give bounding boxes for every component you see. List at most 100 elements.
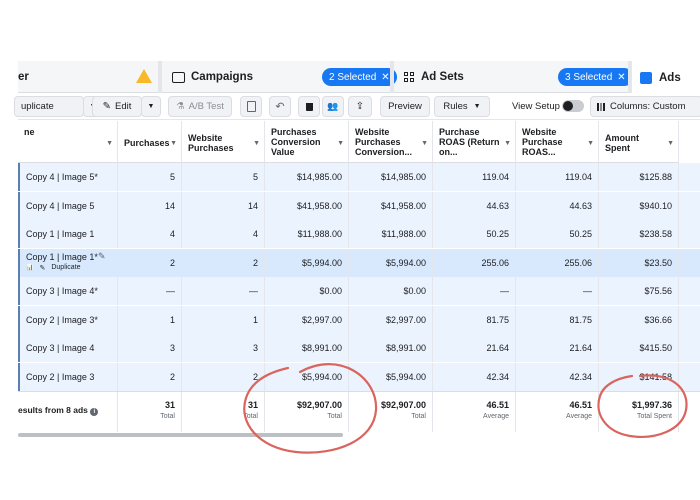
adsets-selected-badge[interactable]: 3 Selected ✕ [558, 68, 633, 86]
table-row[interactable]: Copy 1 | Image 1* ✎ 📊 ✎ Duplicate 2 2 $5,994.0… [18, 248, 700, 277]
cell-name[interactable]: Copy 3 | Image 4* [18, 277, 118, 305]
cell-spent: $75.56 [599, 277, 679, 305]
cell-web-roas: 42.34 [516, 362, 599, 391]
view-setup-toggle[interactable] [562, 100, 584, 112]
sort-caret-icon: ▼ [667, 140, 674, 147]
preview-button[interactable]: Preview [380, 96, 430, 117]
cell-value: $41,958.00 [296, 200, 342, 211]
people-button[interactable]: 👥 [322, 96, 344, 117]
cell-name[interactable]: Copy 2 | Image 3* [18, 305, 118, 334]
tab-adsets[interactable]: Ad Sets 3 Selected ✕ [394, 61, 638, 93]
cell-value: $940.10 [639, 200, 672, 211]
tab-ads[interactable]: Ads [632, 61, 700, 94]
cell-name[interactable]: Copy 2 | Image 3 [18, 362, 118, 391]
totals-sublabel: Average [483, 413, 509, 420]
cell-value: Copy 4 | Image 5 [26, 200, 95, 211]
cell-spent: $36.66 [599, 305, 679, 334]
column-header-purchases[interactable]: Purchases ▼ [118, 121, 182, 163]
cell-name[interactable]: Copy 1 | Image 1 [18, 220, 118, 248]
cell-web-roas: 119.04 [516, 163, 599, 191]
table-row[interactable]: Copy 3 | Image 4* — — $0.00 $0.00 — — $75.56 [18, 277, 700, 305]
cell-value: $2,997.00 [385, 314, 426, 325]
cell-web-roas: 44.63 [516, 191, 599, 220]
cell-name[interactable]: Copy 1 | Image 1* ✎ 📊 ✎ Duplicate [18, 248, 118, 277]
column-header-website-purchases[interactable]: Website Purchases ▼ [182, 121, 265, 163]
cell-value: $238.58 [639, 229, 672, 239]
table-row[interactable]: Copy 1 | Image 1 4 4 $11,988.00 $11,988.00 50… [18, 220, 700, 248]
column-header-amount-spent[interactable]: Amount Spent ▼ [599, 121, 679, 163]
cell-value: $41,958.00 [380, 200, 426, 211]
column-header-website-conversion[interactable]: Website Purchases Conversion... ▼ [349, 121, 433, 163]
cell-value: $75.56 [644, 286, 672, 296]
tab-account[interactable]: er [18, 61, 158, 93]
view-setup-label: View Setup [512, 101, 560, 112]
column-header-website-roas[interactable]: Website Purchase ROAS... ▼ [516, 121, 599, 163]
columns-button[interactable]: Columns: Custom [590, 96, 700, 117]
table-row[interactable]: Copy 3 | Image 4 3 3 $8,991.00 $8,991.00 21.6… [18, 334, 700, 362]
cell-value: 119.04 [482, 172, 509, 182]
totals-value: $92,907.00 [380, 400, 426, 410]
table-row[interactable]: Copy 4 | Image 5* 5 5 $14,985.00 $14,985.00 1… [18, 163, 700, 191]
cell-value: 3 [169, 343, 175, 353]
cell-name[interactable]: Copy 4 | Image 5* [18, 163, 118, 191]
cell-web-roas: 81.75 [516, 305, 599, 334]
edit-icon[interactable]: ✎ [39, 264, 45, 272]
column-header-conversion-value[interactable]: Purchases Conversion Value ▼ [265, 121, 349, 163]
campaigns-selected-badge[interactable]: 2 Selected ✕ [322, 68, 397, 86]
cell-value: 50.25 [486, 229, 509, 239]
totals-sublabel: Total [327, 413, 342, 420]
pencil-icon[interactable]: ✎ [98, 251, 106, 262]
cell-roas: 50.25 [433, 220, 516, 248]
ab-test-button-label: A/B Test [188, 101, 224, 112]
sort-caret-icon: ▼ [106, 140, 113, 147]
pencil-icon: ✎ [102, 101, 111, 112]
table-row[interactable]: Copy 4 | Image 5 14 14 $41,958.00 $41,958.00… [18, 191, 700, 220]
cell-web-purchases: 14 [182, 191, 265, 220]
share-button[interactable]: ⇪ [348, 96, 372, 117]
column-header-name[interactable]: ne ▼ [18, 121, 118, 163]
cell-conv-value: $5,994.00 [265, 362, 349, 391]
cell-name[interactable]: Copy 4 | Image 5 [18, 191, 118, 220]
rules-button[interactable]: Rules ▼ [434, 96, 490, 117]
edit-dropdown-button[interactable]: ▼ [141, 96, 161, 117]
cell-web-roas: — [516, 277, 599, 305]
cell-roas: — [433, 277, 516, 305]
cell-value: 81.75 [486, 314, 509, 325]
duplicate-link[interactable]: Duplicate [51, 264, 80, 271]
cell-value: 5 [169, 172, 175, 182]
cell-purchases: 4 [118, 220, 182, 248]
table-row[interactable]: Copy 2 | Image 3 2 2 $5,994.00 $5,994.00 42.3… [18, 362, 700, 391]
horizontal-scrollbar[interactable] [18, 433, 343, 437]
info-icon[interactable]: i [90, 408, 99, 416]
chart-icon[interactable]: 📊 [26, 264, 33, 271]
totals-value: $1,997.36 [631, 400, 672, 410]
cell-value: Copy 3 | Image 4* [26, 286, 98, 296]
undo-button[interactable]: ↶ [269, 96, 291, 117]
sort-caret-icon: ▼ [253, 140, 260, 147]
cell-spent: $940.10 [599, 191, 679, 220]
edit-button[interactable]: ✎ Edit [92, 96, 142, 117]
totals-row: esults from 8 ads i 31 Total 31 Total $92,… [18, 391, 700, 432]
cell-roas: 42.34 [433, 362, 516, 391]
duplicate-button[interactable]: uplicate [14, 96, 84, 117]
column-header-label: Purchases Conversion Value [271, 127, 321, 157]
cell-value: 3 [252, 343, 258, 353]
cell-conv-value: $8,991.00 [265, 334, 349, 362]
column-header-label: Amount Spent [605, 133, 639, 153]
close-icon[interactable]: ✕ [381, 72, 389, 83]
cell-purchases: 14 [118, 191, 182, 220]
cell-value: 21.64 [486, 343, 509, 353]
column-header-purchase-roas[interactable]: Purchase ROAS (Return on... ▼ [433, 121, 516, 163]
close-icon[interactable]: ✕ [617, 72, 625, 83]
table-row[interactable]: Copy 2 | Image 3* 1 1 $2,997.00 $2,997.00 81.… [18, 305, 700, 334]
clipboard-button[interactable] [240, 96, 262, 117]
cell-name[interactable]: Copy 3 | Image 4 [18, 334, 118, 362]
delete-button[interactable] [298, 96, 320, 117]
tab-campaigns[interactable]: Campaigns 2 Selected ✕ [162, 61, 400, 93]
ab-test-button[interactable]: ⚗ A/B Test [168, 96, 232, 117]
tab-bar: er Campaigns 2 Selected ✕ Ad Sets 3 Selec… [18, 61, 700, 94]
sort-caret-icon: ▼ [421, 140, 428, 147]
cell-value: 1 [169, 314, 175, 325]
cell-value: $5,994.00 [301, 371, 342, 382]
ads-icon [640, 71, 652, 84]
